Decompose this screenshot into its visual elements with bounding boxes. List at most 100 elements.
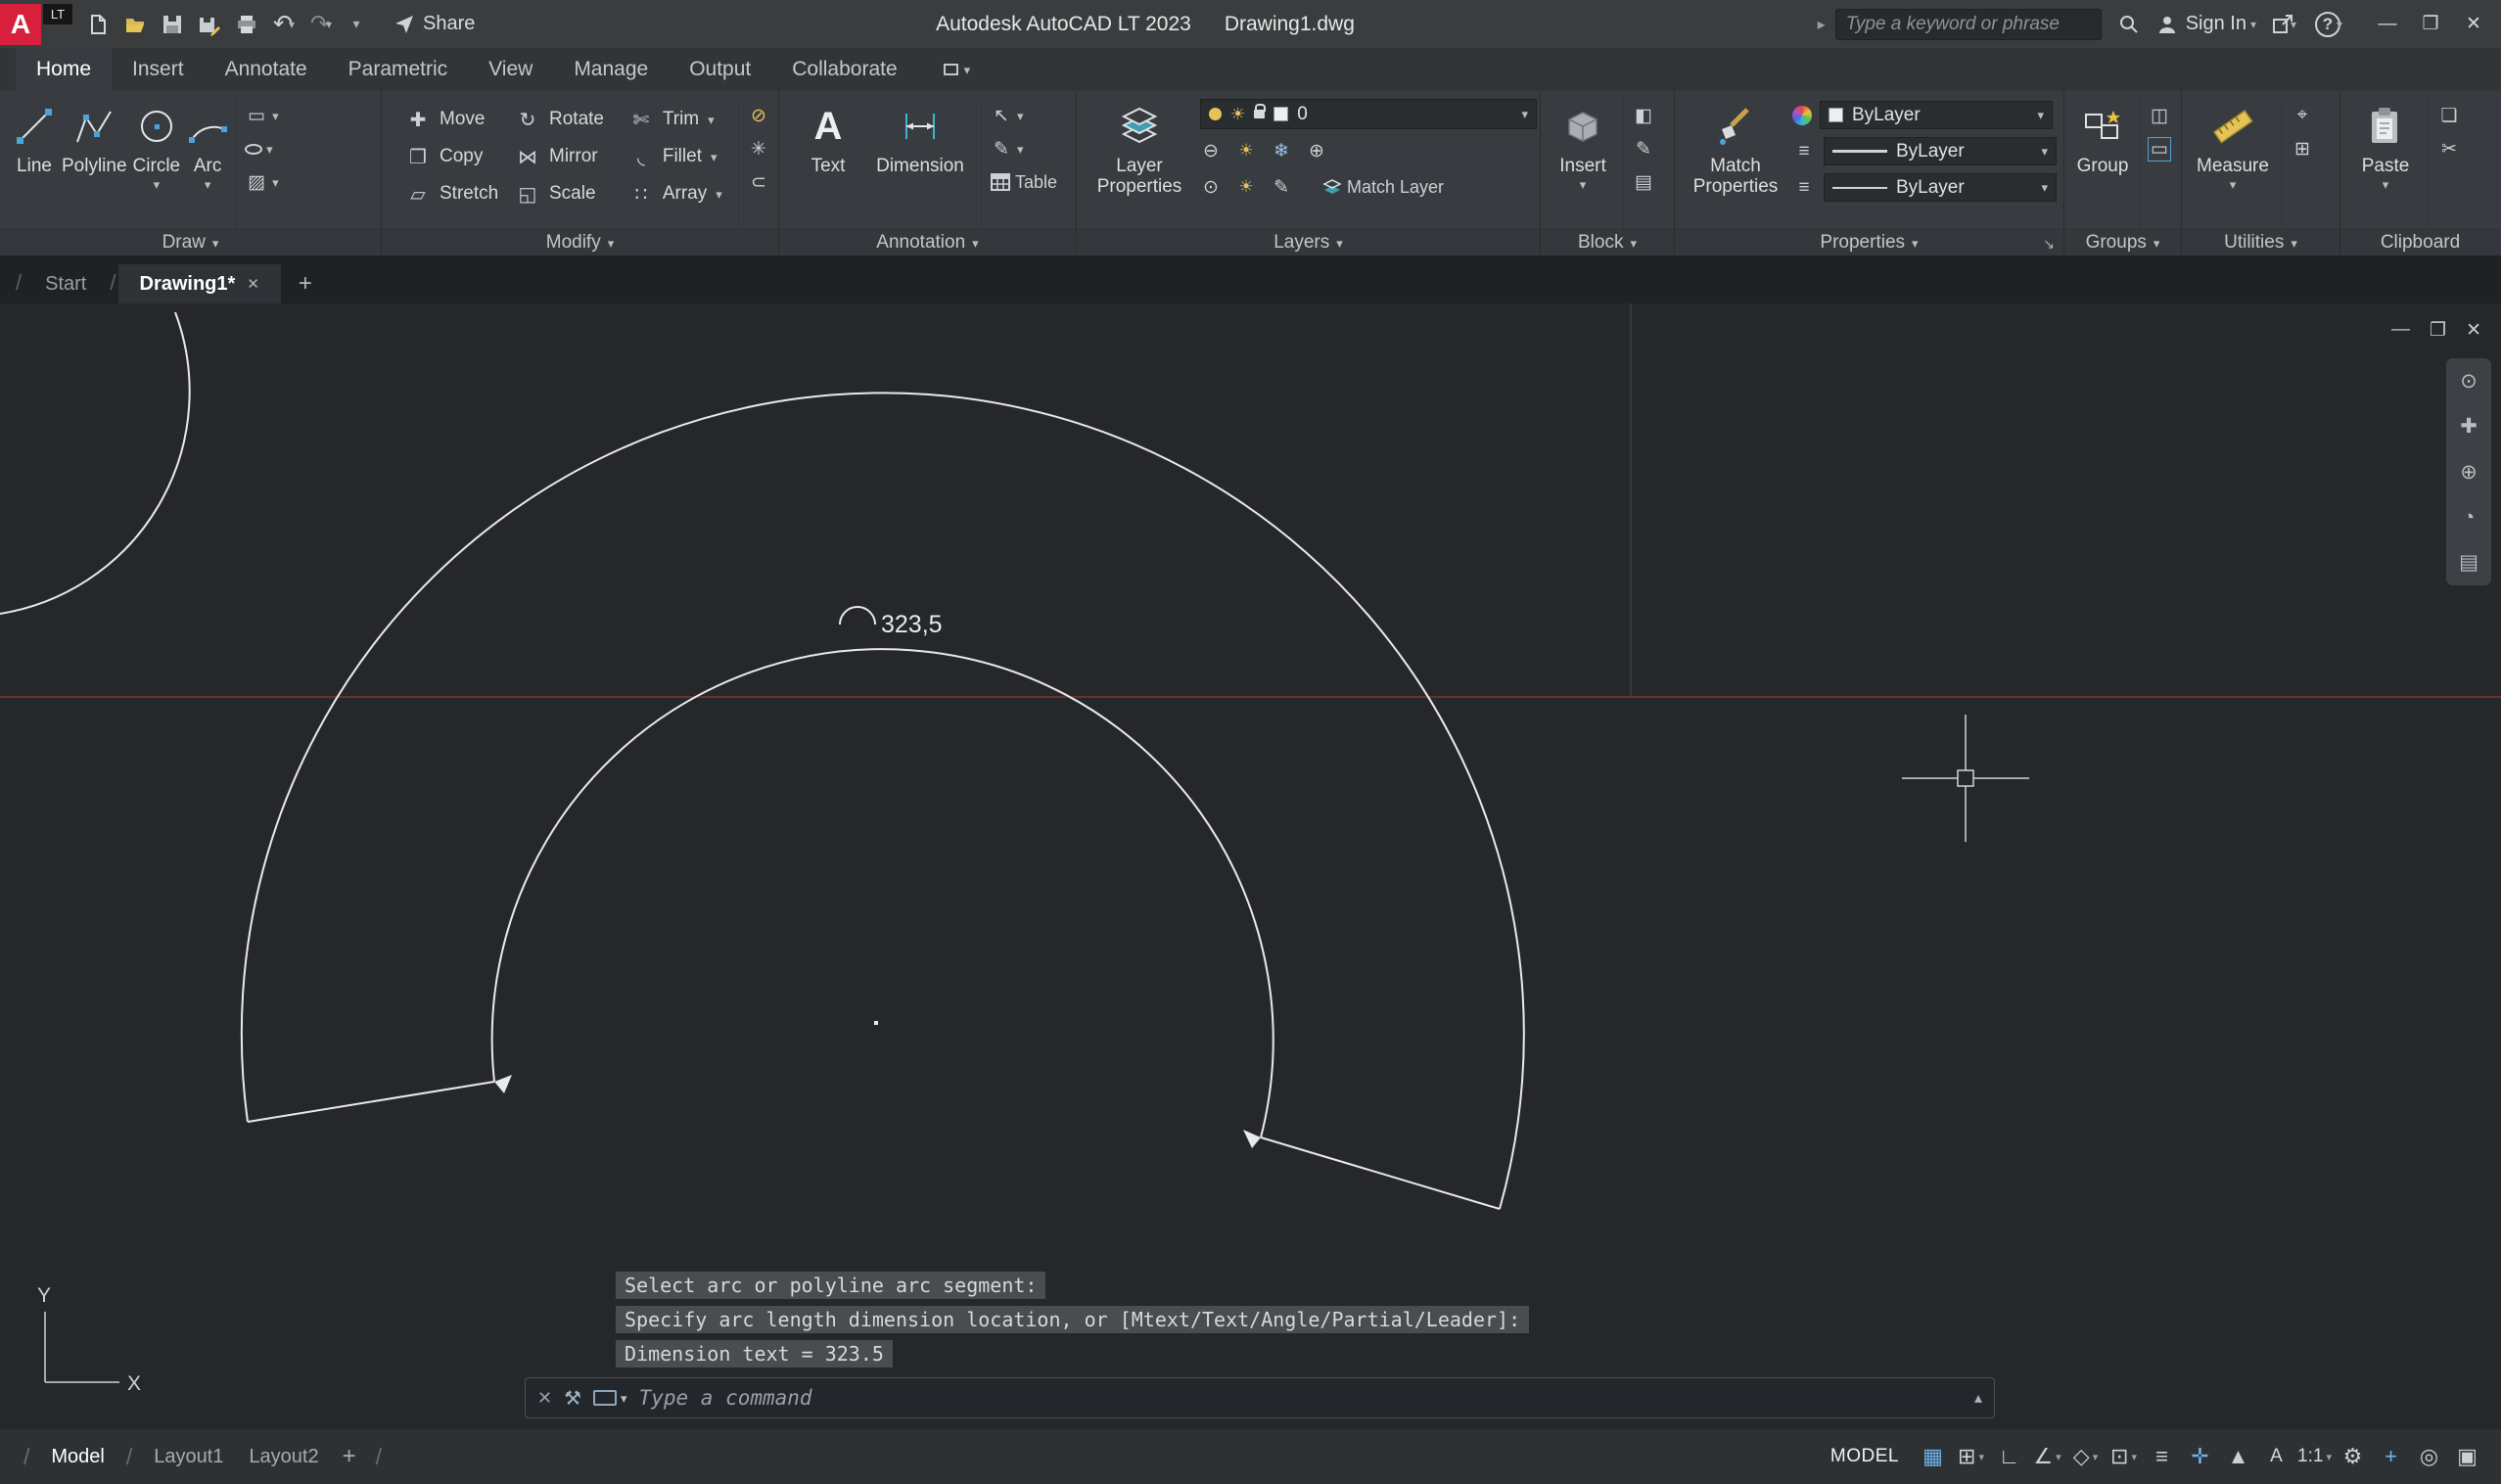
search-button[interactable] [2111, 7, 2147, 42]
cut-button[interactable]: ✂ [2437, 136, 2461, 162]
move-button[interactable]: ✚Move [405, 101, 515, 138]
ellipse-button[interactable]: ▾ [245, 136, 279, 162]
search-input[interactable] [1835, 9, 2102, 40]
match-layer-button[interactable]: Match Layer [1321, 174, 1444, 200]
trim-button[interactable]: ✄Trim▾ [628, 101, 734, 138]
hatch-button[interactable]: ▨▾ [245, 169, 279, 195]
annotation-autoscale-toggle[interactable]: A [2258, 1437, 2294, 1476]
panel-label-block[interactable]: Block▾ [1541, 229, 1674, 255]
new-file-button[interactable] [80, 7, 116, 42]
match-properties-button[interactable]: Match Properties [1685, 97, 1786, 229]
fillet-button[interactable]: ◟Fillet▾ [628, 138, 734, 175]
layer-properties-button[interactable]: Layer Properties [1085, 97, 1194, 229]
panel-label-utilities[interactable]: Utilities▾ [2182, 229, 2339, 255]
pan-icon[interactable]: ✚ [2460, 414, 2478, 439]
viewport-minimize-icon[interactable]: — [2391, 319, 2410, 342]
qat-customize-button[interactable]: ▾ [341, 7, 376, 42]
minimize-button[interactable]: — [2366, 3, 2409, 46]
tab-collaborate[interactable]: Collaborate [771, 48, 917, 91]
tab-insert[interactable]: Insert [112, 48, 205, 91]
help-button[interactable]: ? ▾ [2311, 7, 2346, 42]
dialog-launcher-icon[interactable]: ↘ [2043, 236, 2055, 253]
new-drawing-button[interactable]: + [289, 267, 322, 301]
isolate-objects-button[interactable]: ◎ [2411, 1437, 2447, 1476]
offset-button[interactable]: ⊂ [747, 169, 770, 195]
save-as-button[interactable] [192, 7, 227, 42]
snap-toggle[interactable]: ⊞▾ [1953, 1437, 1989, 1476]
layer-thaw-all-button[interactable]: ☀ [1235, 177, 1257, 197]
rectangle-button[interactable]: ▭▾ [245, 103, 279, 128]
clean-screen-button[interactable]: ▣ [2449, 1437, 2485, 1476]
showmotion-icon[interactable]: ▤ [2459, 550, 2478, 575]
layout2-tab[interactable]: Layout2 [237, 1446, 330, 1468]
viewport-close-icon[interactable]: ✕ [2466, 319, 2481, 342]
left-connector-line[interactable] [248, 1082, 494, 1122]
layout1-tab[interactable]: Layout1 [142, 1446, 235, 1468]
lineweight-dropdown[interactable]: ByLayer ▾ [1824, 137, 2057, 165]
file-tab-start[interactable]: Start [23, 264, 108, 303]
customization-button[interactable]: + [2373, 1437, 2409, 1476]
save-button[interactable] [155, 7, 190, 42]
panel-label-modify[interactable]: Modify▾ [382, 229, 778, 255]
panel-label-annotation[interactable]: Annotation▾ [779, 229, 1076, 255]
insert-button[interactable]: Insert ▾ [1547, 97, 1619, 229]
plot-button[interactable] [229, 7, 264, 42]
stretch-button[interactable]: ▱Stretch [405, 175, 515, 212]
panel-label-groups[interactable]: Groups▾ [2064, 229, 2181, 255]
arc-button[interactable]: Arc ▾ [183, 97, 232, 229]
dimension-button[interactable]: Dimension [863, 97, 977, 229]
tab-view[interactable]: View [468, 48, 553, 91]
array-button[interactable]: ∷Array▾ [628, 175, 734, 212]
group-button[interactable]: Group [2070, 97, 2135, 229]
paste-button[interactable]: Paste ▾ [2346, 97, 2425, 229]
share-button[interactable]: Share [394, 13, 475, 35]
line-button[interactable]: Line [10, 97, 59, 229]
undo-button[interactable]: ↶▾ [266, 7, 301, 42]
sign-in-button[interactable]: Sign In ▾ [2156, 13, 2256, 35]
leader-button[interactable]: ↖▾ [990, 103, 1057, 128]
redo-button[interactable]: ↷▾ [303, 7, 339, 42]
layer-walk-button[interactable]: ✎ [1271, 176, 1292, 199]
tab-output[interactable]: Output [669, 48, 771, 91]
right-connector-line[interactable] [1261, 1137, 1500, 1209]
panel-label-draw[interactable]: Draw▾ [0, 229, 381, 255]
copy-button[interactable]: ❐Copy [405, 138, 515, 175]
tab-home[interactable]: Home [16, 48, 112, 91]
command-customize-icon[interactable]: ⚒ [564, 1386, 581, 1411]
define-attributes-button[interactable]: ✎ [1632, 136, 1655, 162]
snap-tracking-toggle[interactable]: ✛ [2182, 1437, 2218, 1476]
command-close-icon[interactable]: ✕ [537, 1388, 552, 1409]
copy-clip-button[interactable]: ❏ [2437, 103, 2461, 128]
scale-button[interactable]: ◱Scale [515, 175, 628, 212]
open-file-button[interactable] [117, 7, 153, 42]
measure-button[interactable]: Measure ▾ [2188, 97, 2278, 229]
panel-label-layers[interactable]: Layers▾ [1077, 229, 1540, 255]
multileader-button[interactable]: ✎▾ [990, 136, 1057, 162]
command-recent-icon[interactable]: ▾ [593, 1390, 627, 1406]
recent-commands-button[interactable]: ▴ [1974, 1388, 1982, 1408]
viewport-restore-icon[interactable]: ❐ [2430, 319, 2446, 342]
lineweight-toggle[interactable]: ≡ [2144, 1437, 2180, 1476]
grid-toggle[interactable]: ▦ [1915, 1437, 1951, 1476]
panel-label-clipboard[interactable]: Clipboard [2340, 229, 2500, 255]
maximize-button[interactable]: ❐ [2409, 3, 2452, 46]
chevron-right-icon[interactable]: ▸ [1818, 15, 1826, 34]
text-button[interactable]: A Text [793, 97, 863, 229]
zoom-icon[interactable]: ⊕ [2460, 460, 2478, 485]
inner-arc[interactable] [492, 649, 1274, 1137]
ortho-toggle[interactable]: ∟ [1991, 1437, 2027, 1476]
file-tab-drawing1[interactable]: Drawing1* ✕ [118, 264, 281, 303]
orbit-icon[interactable]: ◔ [2463, 506, 2476, 530]
panel-label-properties[interactable]: Properties▾ ↘ [1675, 229, 2063, 255]
layer-off-button[interactable]: ⊖ [1200, 140, 1222, 162]
group-edit-button[interactable]: ▭ [2148, 136, 2171, 162]
explode-button[interactable]: ✳ [747, 136, 770, 162]
mirror-button[interactable]: ⋈Mirror [515, 138, 628, 175]
layer-isolate-button[interactable]: ☀ [1235, 141, 1257, 161]
layer-unisolate-button[interactable]: ⊙ [1200, 176, 1222, 199]
layer-dropdown[interactable]: ☀ 0 ▾ [1200, 99, 1537, 129]
object-snap-toggle[interactable]: ⊡▾ [2106, 1437, 2142, 1476]
model-tab[interactable]: Model [39, 1446, 116, 1468]
model-space-badge[interactable]: MODEL [1830, 1446, 1899, 1467]
tab-annotate[interactable]: Annotate [205, 48, 328, 91]
